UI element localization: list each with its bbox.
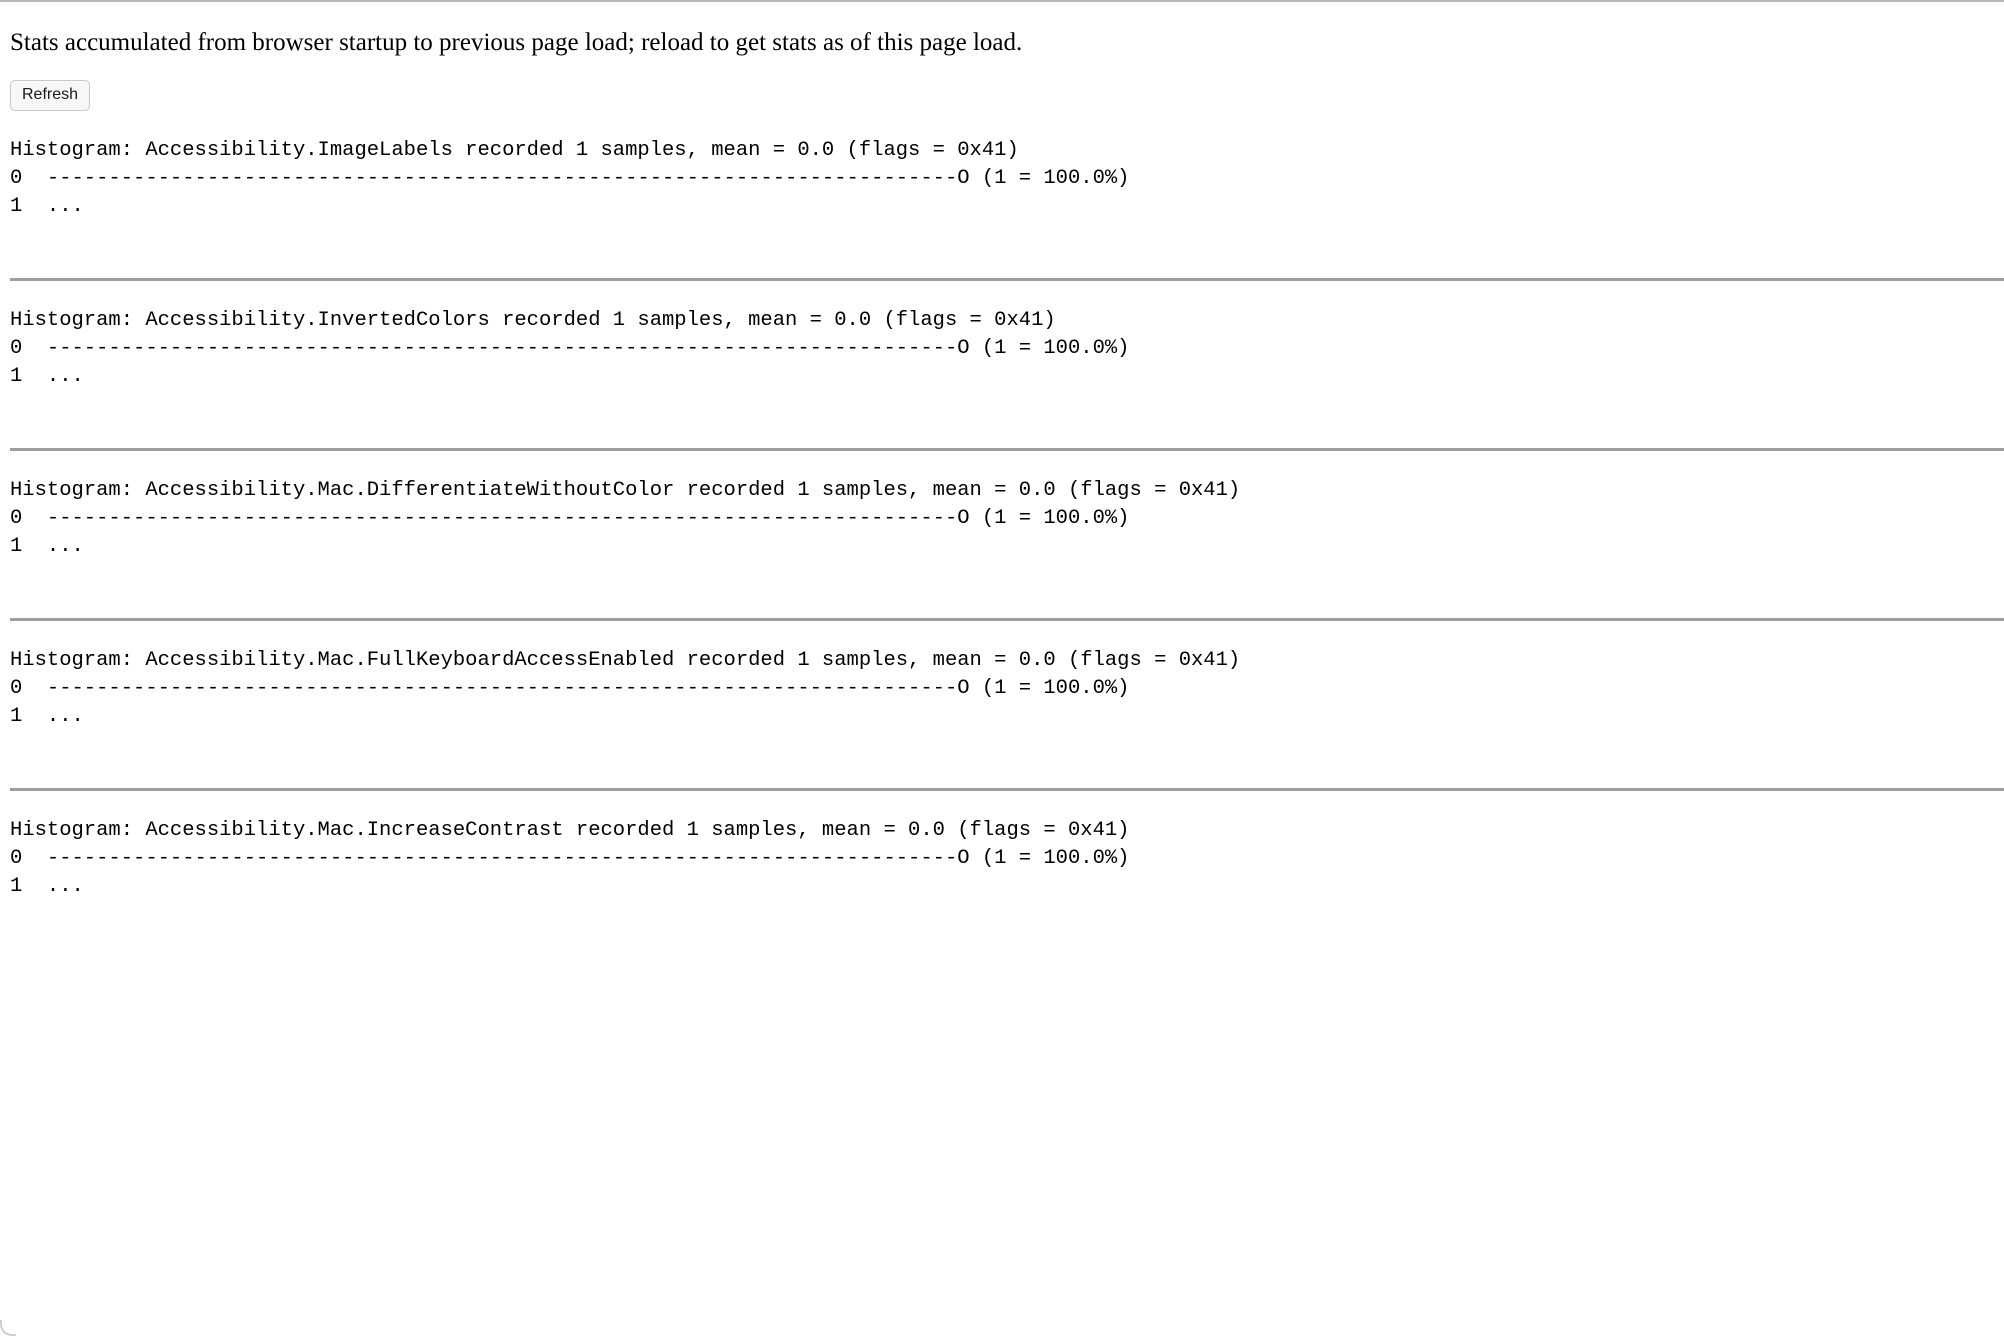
toolbar: Refresh xyxy=(10,80,2004,111)
histogram-list: Histogram: Accessibility.ImageLabels rec… xyxy=(10,137,2004,901)
histogram-separator xyxy=(10,618,2004,621)
histogram-text: Histogram: Accessibility.ImageLabels rec… xyxy=(10,139,1130,218)
histogram-block: Histogram: Accessibility.ImageLabels rec… xyxy=(10,137,2004,221)
histogram-block: Histogram: Accessibility.Mac.FullKeyboar… xyxy=(10,647,2004,731)
refresh-button[interactable]: Refresh xyxy=(10,80,91,111)
histogram-block: Histogram: Accessibility.Mac.IncreaseCon… xyxy=(10,817,2004,901)
histogram-text: Histogram: Accessibility.InvertedColors … xyxy=(10,309,1130,388)
histogram-text: Histogram: Accessibility.Mac.Differentia… xyxy=(10,479,1241,558)
histogram-text: Histogram: Accessibility.Mac.FullKeyboar… xyxy=(10,649,1241,728)
histogram-block: Histogram: Accessibility.Mac.Differentia… xyxy=(10,477,2004,561)
page-description: Stats accumulated from browser startup t… xyxy=(10,29,1023,56)
histogram-block: Histogram: Accessibility.InvertedColors … xyxy=(10,307,2004,391)
histogram-separator xyxy=(10,448,2004,451)
window-edge xyxy=(0,1320,16,1336)
histogram-separator xyxy=(10,278,2004,281)
histogram-text: Histogram: Accessibility.Mac.IncreaseCon… xyxy=(10,819,1130,898)
histograms-page: Stats accumulated from browser startup t… xyxy=(0,2,2004,901)
histogram-separator xyxy=(10,788,2004,791)
